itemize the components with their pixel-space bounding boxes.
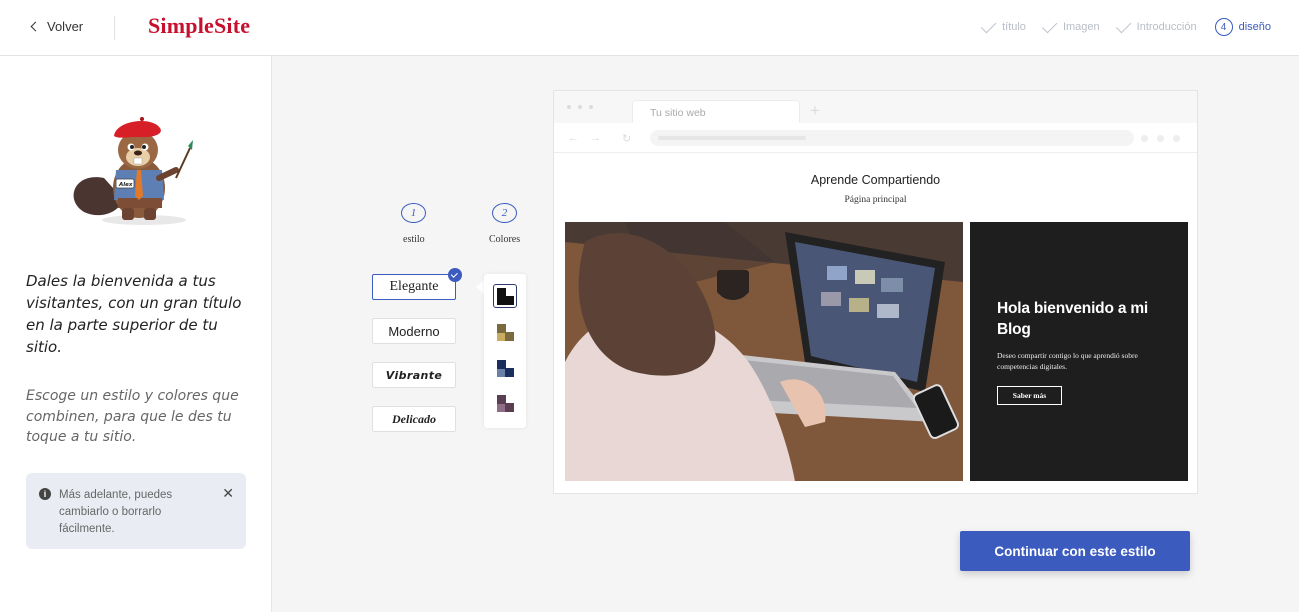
step-label: Introducción [1136,21,1197,33]
beaver-mascot-illustration: Alex [73,117,193,225]
check-icon [980,17,997,34]
back-label: Volver [47,19,84,34]
palette-pointer [476,280,484,294]
close-icon[interactable]: ✕ [222,485,234,502]
browser-tab-bar: Tu sitio web + [554,91,1197,124]
header-divider [114,16,115,40]
palette-swatch-1[interactable] [493,284,517,308]
hero-photo [565,222,963,481]
back-button[interactable]: Volver [30,19,84,34]
step-label: Imagen [1062,21,1100,33]
logo[interactable]: SimpleSite [148,13,250,39]
top-bar: Volver SimpleSite título Imagen Introduc… [0,0,1299,56]
new-tab-icon: + [810,101,820,120]
browser-tab: Tu sitio web [632,100,800,124]
step-label: diseño [1238,21,1271,33]
info-text: Más adelante, puedes cambiarlo o borrarl… [59,489,173,535]
forward-arrow-icon: → [590,132,601,144]
palette-swatch-4[interactable] [493,391,517,415]
address-bar [650,130,1134,146]
browser-nav-bar: ← → ↻ [554,123,1197,153]
step-1-circle: 1 [401,203,426,223]
sidebar: Alex Dales la bienvenida a tus visitante… [0,56,272,612]
hero-text-panel: Hola bienvenido a mi Blog Deseo comparti… [970,222,1188,481]
style-option-delicado[interactable]: Delicado [372,406,456,432]
hero-text: Deseo compartir contigo lo que aprendió … [997,351,1138,371]
mascot-name-tag: Alex [118,182,133,188]
style-label: estilo [403,234,425,245]
back-arrow-icon: ← [568,132,579,144]
style-label: Elegante [389,279,439,294]
style-label: Vibrante [385,368,443,382]
style-option-moderno[interactable]: Moderno [372,318,456,344]
info-icon: i [39,488,51,500]
site-preview-browser: Tu sitio web + ← → ↻ Aprende Compartiend… [553,90,1198,494]
chevron-left-icon [30,21,41,32]
palette-swatch-3[interactable] [493,356,517,380]
style-option-vibrante[interactable]: Vibrante [372,362,456,388]
color-palette-panel [484,274,526,428]
check-icon [1041,17,1058,34]
preview-site-title: Aprende Compartiendo [810,173,941,187]
welcome-headline: Dales la bienvenida a tus visitantes, co… [26,272,242,356]
style-label: Moderno [388,323,440,339]
step-titulo[interactable]: título [980,17,1026,34]
continue-with-style-button[interactable]: Continuar con este estilo [960,531,1190,571]
step-introduccion[interactable]: Introducción [1115,17,1197,34]
step-diseno[interactable]: 4 diseño [1214,18,1271,36]
info-notice: i Más adelante, puedes cambiarlo o borra… [26,473,246,549]
colors-label: Colores [489,234,521,245]
style-option-elegante[interactable]: Elegante [372,268,462,300]
style-label: Delicado [392,411,436,426]
progress-steps: título Imagen Introducción 4 diseño [980,17,1271,36]
checkmark-icon [448,268,462,282]
step-2-circle: 2 [492,203,517,223]
step-imagen[interactable]: Imagen [1041,17,1100,34]
palette-swatch-2[interactable] [493,320,517,344]
hero-learn-more-button[interactable]: Saber más [997,386,1062,405]
step-label: título [1002,21,1026,33]
reload-icon: ↻ [622,133,632,145]
check-icon [1115,17,1132,34]
step-number: 4 [1214,18,1233,36]
instruction-text: Escoge un estilo y colores que combinen,… [26,388,239,445]
hero-heading: Hola bienvenido a mi Blog [997,300,1149,338]
preview-site-subtitle: Página principal [844,195,907,205]
